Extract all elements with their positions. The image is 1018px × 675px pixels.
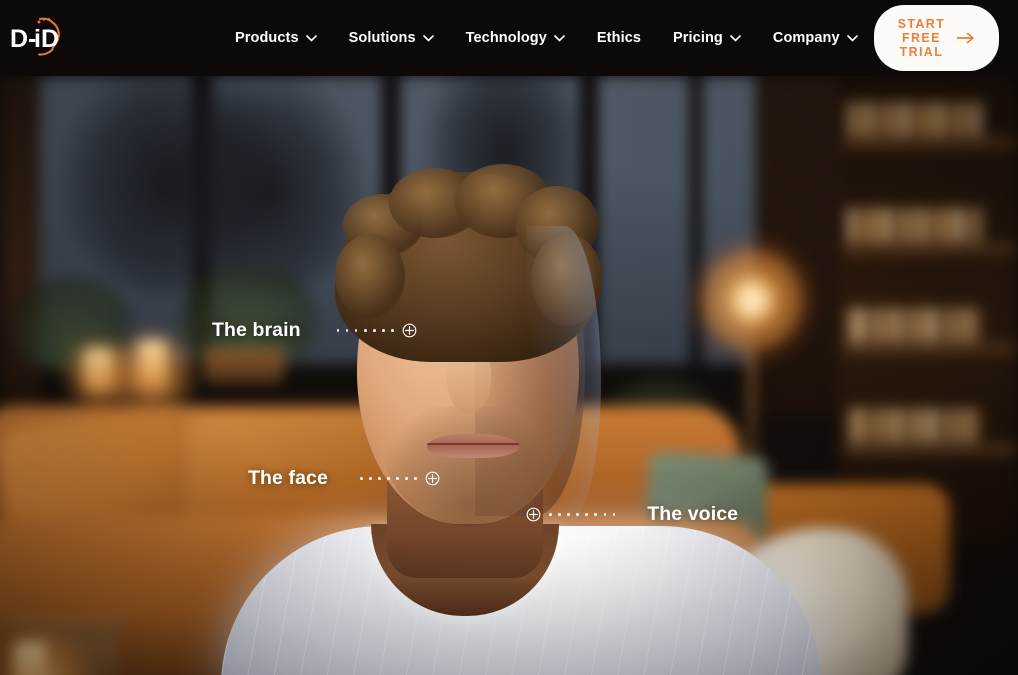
annotation-the-brain[interactable]: The brain bbox=[212, 319, 417, 342]
nav-label: Ethics bbox=[596, 30, 642, 46]
chevron-down-icon bbox=[554, 34, 565, 42]
shelf-row bbox=[844, 244, 1016, 256]
svg-text:D-: D- bbox=[10, 25, 36, 53]
candle bbox=[14, 642, 46, 675]
hero-banner: The brain The face The voice bbox=[0, 76, 1018, 675]
mouth bbox=[427, 434, 519, 458]
crosshair-plus-icon[interactable] bbox=[425, 471, 440, 486]
did-logo[interactable]: D- iD bbox=[8, 15, 64, 61]
nav-item-products[interactable]: Products bbox=[219, 24, 333, 52]
cta-label: START FREE TRIAL bbox=[897, 17, 946, 59]
candle bbox=[138, 340, 166, 392]
candle bbox=[84, 348, 112, 394]
nav-label: Solutions bbox=[348, 30, 416, 46]
leader-dots bbox=[359, 477, 418, 480]
book-row bbox=[848, 102, 1013, 136]
bookshelf bbox=[838, 76, 1018, 546]
annotation-the-voice[interactable]: The voice bbox=[526, 503, 738, 526]
side-table-top bbox=[8, 619, 126, 633]
arrow-right-icon bbox=[956, 32, 975, 44]
annotation-label: The brain bbox=[212, 319, 301, 341]
chevron-down-icon bbox=[846, 34, 858, 42]
book-row bbox=[848, 308, 1013, 342]
leader-dots bbox=[336, 329, 394, 332]
nav-label: Products bbox=[235, 30, 299, 46]
nav-item-pricing[interactable]: Pricing bbox=[657, 24, 757, 52]
nav-item-company[interactable]: Company bbox=[757, 24, 874, 52]
book-row bbox=[848, 408, 1013, 442]
nav-label: Technology bbox=[465, 30, 547, 46]
nav-item-ethics[interactable]: Ethics bbox=[581, 24, 657, 52]
site-header: D- iD Products Solutions Technology Ethi… bbox=[0, 0, 1018, 76]
annotation-label: The voice bbox=[647, 503, 739, 525]
chevron-down-icon bbox=[422, 34, 434, 42]
nav-item-solutions[interactable]: Solutions bbox=[333, 24, 450, 52]
hair-curl bbox=[335, 234, 405, 318]
main-navigation: Products Solutions Technology Ethics Pri… bbox=[219, 24, 874, 52]
crosshair-plus-icon[interactable] bbox=[526, 507, 541, 522]
shelf-row bbox=[844, 344, 1016, 356]
hero-background-scene bbox=[0, 76, 1018, 675]
shelf-row bbox=[844, 138, 1016, 150]
shelf-row bbox=[844, 444, 1016, 456]
start-free-trial-button[interactable]: START FREE TRIAL bbox=[873, 5, 1000, 71]
annotation-label: The face bbox=[248, 467, 328, 489]
rim-light bbox=[527, 226, 601, 526]
chevron-down-icon bbox=[730, 34, 741, 42]
nav-label: Pricing bbox=[673, 30, 723, 46]
chevron-down-icon bbox=[305, 34, 317, 42]
nav-item-technology[interactable]: Technology bbox=[450, 24, 581, 52]
crosshair-plus-icon[interactable] bbox=[402, 323, 417, 338]
person-portrait bbox=[175, 76, 855, 675]
nav-label: Company bbox=[772, 30, 840, 46]
svg-text:iD: iD bbox=[34, 25, 59, 53]
leader-dots bbox=[549, 513, 616, 516]
book-row bbox=[848, 208, 1013, 242]
lip-line bbox=[427, 443, 519, 445]
header-actions: START FREE TRIAL Log in bbox=[873, 5, 1018, 71]
annotation-the-face[interactable]: The face bbox=[248, 467, 440, 490]
page-root: D- iD Products Solutions Technology Ethi… bbox=[0, 0, 1018, 675]
plant bbox=[12, 276, 132, 372]
